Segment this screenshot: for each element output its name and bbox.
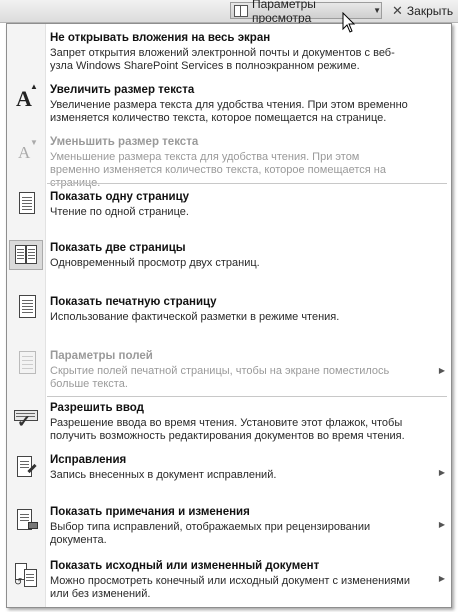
menu-item-title: Увеличить размер текста [50,84,195,96]
menu-item-show-one-page[interactable]: Показать одну страницу Чтение по одной с… [7,187,451,223]
menu-item-track-changes[interactable]: Исправления Запись внесенных в документ … [7,450,451,486]
submenu-arrow-icon: ▶ [438,468,445,477]
menu-item-title: Показать две страницы [50,242,186,254]
menu-item-description: Можно просмотреть конечный или исходный … [50,575,411,600]
two-pages-icon [13,242,39,268]
menu-item-title: Показать печатную страницу [50,296,217,308]
menu-item-title: Разрешить ввод [50,402,144,414]
close-label: Закрыть [406,3,454,18]
view-options-button[interactable]: Параметры просмотра ▼ [230,0,382,25]
submenu-arrow-icon: ▶ [438,366,445,375]
menu-item-no-fullscreen-attachments[interactable]: Не открывать вложения на весь экран Запр… [7,28,451,74]
menu-item-title: Показать примечания и изменения [50,506,250,518]
chevron-down-icon: ▼ [373,6,381,15]
menu-item-description: Выбор типа исправлений, отображаемых при… [50,521,371,546]
view-options-menu: Не открывать вложения на весь экран Запр… [6,23,452,608]
menu-item-description: Использование фактической разметки в реж… [50,311,340,323]
menu-item-decrease-text-size[interactable]: A ▼ Уменьшить размер текста Уменьшение р… [7,132,451,189]
mouse-cursor-icon [342,12,356,33]
show-markup-icon [13,508,39,534]
view-options-icon [234,4,248,17]
close-button[interactable]: ✕ Закрыть [386,2,456,19]
menu-item-title: Показать исходный или измененный докумен… [50,560,320,572]
original-final-icon: ↺ [13,562,39,588]
menu-item-show-two-pages[interactable]: Показать две страницы Одновременный прос… [7,236,451,272]
menu-item-description: Запрет открытия вложений электронной поч… [50,47,395,72]
margins-icon [13,350,39,376]
menu-item-margin-options[interactable]: Параметры полей Скрытие полей печатной с… [7,344,451,390]
menu-item-description: Скрытие полей печатной страницы, чтобы н… [50,365,390,390]
menu-item-show-markup[interactable]: Показать примечания и изменения Выбор ти… [7,502,451,548]
menu-item-show-printed-page[interactable]: Показать печатную страницу Использование… [7,290,451,326]
track-changes-icon [13,454,39,480]
menu-item-show-original-final[interactable]: ↺ Показать исходный или измененный докум… [7,556,451,604]
printed-page-icon [13,293,39,319]
decrease-text-icon: A ▼ [18,138,38,162]
reading-toolbar: Параметры просмотра ▼ ✕ Закрыть [0,0,458,25]
menu-item-description: Чтение по одной странице. [50,206,189,218]
submenu-arrow-icon: ▶ [438,520,445,529]
menu-item-title: Не открывать вложения на весь экран [50,32,271,44]
submenu-arrow-icon: ▶ [438,574,445,583]
one-page-icon [13,190,39,216]
menu-separator [47,183,447,184]
menu-item-description: Уменьшение размера текста для удобства ч… [50,151,386,189]
menu-item-allow-typing[interactable]: ✓ Разрешить ввод Разрешение ввода во вре… [7,398,451,446]
menu-item-description: Увеличение размера текста для удобства ч… [50,99,408,124]
menu-item-title: Показать одну страницу [50,191,190,203]
menu-item-title: Исправления [50,454,127,466]
menu-item-description: Разрешение ввода во время чтения. Устано… [50,417,405,442]
menu-item-title: Уменьшить размер текста [50,136,199,148]
increase-text-icon: A ▲ [16,82,38,111]
menu-separator [47,396,447,397]
keyboard-checkmark-icon: ✓ [13,404,39,431]
menu-item-description: Одновременный просмотр двух страниц. [50,257,260,269]
menu-item-description: Запись внесенных в документ исправлений. [50,469,277,481]
close-icon: ✕ [392,2,403,18]
menu-item-title: Параметры полей [50,350,153,362]
menu-item-increase-text-size[interactable]: A ▲ Увеличить размер текста Увеличение р… [7,80,451,124]
